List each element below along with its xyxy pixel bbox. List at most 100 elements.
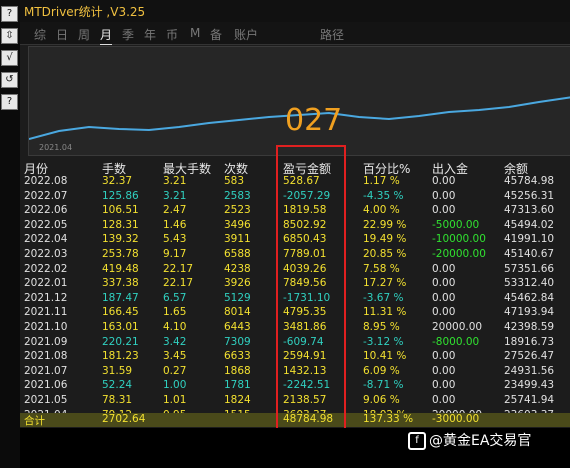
cell-month: 2022.02 — [24, 262, 68, 275]
cell-max-lots: 3.45 — [163, 350, 187, 363]
cell-percent: -3.67 % — [363, 291, 404, 304]
tab-magic[interactable]: M — [190, 26, 200, 40]
cell-month: 2022.08 — [24, 175, 68, 187]
cell-max-lots: 1.01 — [163, 394, 187, 406]
cell-count: 1781 — [224, 379, 251, 392]
tab-summary[interactable]: 综 — [34, 26, 46, 43]
tab-month[interactable]: 月 — [100, 26, 113, 45]
tab-remark[interactable]: 备 — [210, 26, 222, 43]
cell-balance: 24931.56 — [504, 364, 555, 377]
cell-balance: 45494.02 — [504, 218, 555, 231]
chart-start-date: 2021.04 — [39, 143, 73, 152]
cell-count: 6443 — [224, 321, 251, 333]
left-toolbar: ? ⇳ √ ↺ ? — [0, 0, 20, 468]
cell-count: 1824 — [224, 394, 251, 406]
cell-percent: 22.99 % — [363, 218, 407, 231]
cell-deposit: 0.00 — [432, 379, 456, 392]
cell-month: 2021.12 — [24, 291, 68, 304]
tab-account[interactable]: 账户 — [234, 26, 258, 43]
cell-max-lots: 3.21 — [163, 175, 187, 187]
cell-lots: 52.24 — [102, 379, 133, 392]
cell-max-lots: 1.65 — [163, 306, 187, 319]
cell-percent: 10.41 % — [363, 350, 407, 363]
total-label: 合计 — [24, 415, 45, 427]
cell-percent: 20.85 % — [363, 248, 407, 260]
cell-balance: 47193.94 — [504, 306, 555, 319]
cell-count: 6633 — [224, 350, 251, 363]
cell-month: 2021.09 — [24, 335, 68, 348]
toolbar-button-5[interactable]: ? — [1, 94, 18, 110]
cell-max-lots: 4.10 — [163, 321, 187, 333]
tab-currency[interactable]: 币 — [166, 26, 178, 43]
tab-day[interactable]: 日 — [56, 26, 68, 43]
total-deposit: -3000.00 — [432, 413, 480, 425]
cell-deposit: 0.00 — [432, 306, 456, 319]
cell-lots: 32.37 — [102, 175, 133, 187]
cell-deposit: 0.00 — [432, 291, 456, 304]
cell-count: 2583 — [224, 189, 251, 202]
pnl-highlight-box — [276, 145, 346, 441]
cell-count: 3496 — [224, 218, 251, 231]
cell-balance: 45140.67 — [504, 248, 555, 260]
cell-percent: 4.00 % — [363, 204, 400, 217]
cell-max-lots: 1.00 — [163, 379, 187, 392]
tab-year[interactable]: 年 — [144, 26, 156, 43]
cell-deposit: 0.00 — [432, 364, 456, 377]
cell-percent: 19.49 % — [363, 233, 407, 246]
cell-deposit: -10000.00 — [432, 233, 486, 246]
cell-max-lots: 1.46 — [163, 218, 187, 231]
cell-balance: 18916.73 — [504, 335, 555, 348]
cell-month: 2021.06 — [24, 379, 68, 392]
cell-deposit: -8000.00 — [432, 335, 480, 348]
cell-count: 2523 — [224, 204, 251, 217]
cell-balance: 45256.31 — [504, 189, 555, 202]
tab-week[interactable]: 周 — [78, 26, 90, 43]
cell-deposit: 20000.00 — [432, 321, 483, 333]
cell-max-lots: 22.17 — [163, 277, 194, 290]
cell-lots: 125.86 — [102, 189, 139, 202]
cell-count: 1868 — [224, 364, 251, 377]
cell-percent: -3.12 % — [363, 335, 404, 348]
cell-max-lots: 22.17 — [163, 262, 194, 275]
cell-balance: 41991.10 — [504, 233, 555, 246]
equity-chart: 027 2021.04 — [28, 46, 570, 156]
toolbar-button-2[interactable]: ⇳ — [1, 28, 18, 44]
cell-percent: 9.06 % — [363, 394, 400, 406]
stats-panel: MTDriver统计 ,V3.25 综 日 周 月 季 年 币 M 备 账户 路… — [20, 0, 570, 468]
cell-lots: 166.45 — [102, 306, 139, 319]
cell-month: 2022.06 — [24, 204, 68, 217]
cell-month: 2022.07 — [24, 189, 68, 202]
cell-percent: 8.95 % — [363, 321, 400, 333]
cell-count: 6588 — [224, 248, 251, 260]
cell-lots: 337.38 — [102, 277, 139, 290]
cell-balance: 53312.40 — [504, 277, 555, 290]
cell-month: 2022.05 — [24, 218, 68, 231]
cell-lots: 253.78 — [102, 248, 139, 260]
toolbar-button-1[interactable]: ? — [1, 6, 18, 22]
cell-deposit: 0.00 — [432, 277, 456, 290]
cell-percent: 6.09 % — [363, 364, 400, 377]
cell-count: 3911 — [224, 233, 251, 246]
cell-percent: 7.58 % — [363, 262, 400, 275]
cell-percent: -8.71 % — [363, 379, 404, 392]
cell-max-lots: 5.43 — [163, 233, 187, 246]
cell-count: 583 — [224, 175, 245, 187]
cell-balance: 27526.47 — [504, 350, 555, 363]
cell-count: 3926 — [224, 277, 251, 290]
cell-percent: -4.35 % — [363, 189, 404, 202]
facebook-icon: f — [408, 432, 426, 450]
cell-balance: 45784.98 — [504, 175, 555, 187]
cell-month: 2022.04 — [24, 233, 68, 246]
tab-quarter[interactable]: 季 — [122, 26, 134, 43]
cell-max-lots: 6.57 — [163, 291, 187, 304]
cell-percent: 11.31 % — [363, 306, 407, 319]
toolbar-button-3[interactable]: √ — [1, 50, 18, 66]
cell-deposit: -20000.00 — [432, 248, 486, 260]
cell-max-lots: 3.42 — [163, 335, 187, 348]
cell-deposit: 0.00 — [432, 350, 456, 363]
tab-path[interactable]: 路径 — [320, 26, 344, 43]
cell-lots: 128.31 — [102, 218, 139, 231]
cell-count: 5129 — [224, 291, 251, 304]
cell-count: 4238 — [224, 262, 251, 275]
toolbar-button-4[interactable]: ↺ — [1, 72, 18, 88]
